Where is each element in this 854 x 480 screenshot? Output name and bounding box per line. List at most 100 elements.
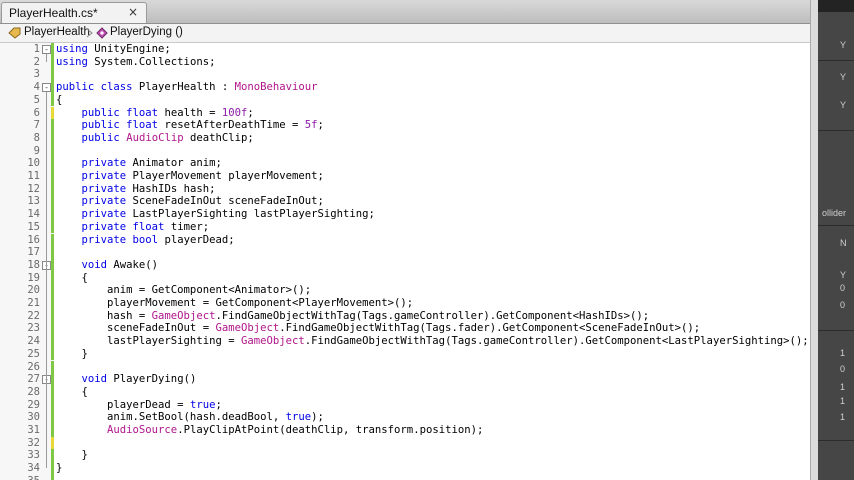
code-line[interactable]: 18- void Awake() [0,258,810,272]
code-line[interactable]: 31 AudioSource.PlayClipAtPoint(deathClip… [0,424,810,437]
code-line[interactable]: 5{ [0,93,810,107]
change-marker [51,309,54,323]
code-text: anim = GetComponent<Animator>(); [56,284,311,297]
code-editor[interactable]: PlayerHealth.cs* × PlayerHealth PlayerDy… [0,0,810,480]
code-text: public float health = 100f; [56,107,254,120]
line-number: 22 [27,309,40,322]
inspector-label: 1 [840,396,846,406]
line-number: 1 [33,43,40,55]
change-marker [51,195,54,209]
code-line[interactable]: 35 [0,474,810,480]
change-marker [51,449,54,463]
code-token: private [81,170,127,182]
code-line[interactable]: 21 playerMovement = GetComponent<PlayerM… [0,297,810,310]
vertical-scrollbar[interactable] [810,0,818,480]
line-number: 21 [27,297,40,309]
code-line[interactable]: 30 anim.SetBool(hash.deadBool, true); [0,411,810,424]
change-marker [51,208,54,221]
code-line[interactable]: 20 anim = GetComponent<Animator>(); [0,284,810,297]
code-line[interactable]: 2 using System.Collections; [0,55,810,69]
fold-guide [46,384,47,456]
line-number: 24 [27,335,40,348]
line-number: 26 [27,360,40,373]
tab-bar: PlayerHealth.cs* × [0,0,810,24]
code-line[interactable]: 25 } [0,347,810,361]
change-marker [51,258,54,272]
inspector-label: 1 [840,348,846,358]
tab-playerhealth-cs[interactable]: PlayerHealth.cs* × [1,2,147,23]
change-marker [51,297,54,310]
code-line[interactable]: 12 private HashIDs hash; [0,182,810,196]
change-marker [51,157,54,170]
code-line[interactable]: 16 private bool playerDead; [0,233,810,247]
line-number: 29 [27,398,40,411]
code-line[interactable]: 19 { [0,271,810,285]
line-number: 16 [27,233,40,246]
code-line[interactable]: 27- void PlayerDying() [0,373,810,386]
code-line[interactable]: 34} [0,462,810,475]
change-marker [51,55,54,69]
code-token: playerMovement = GetComponent<PlayerMove… [56,297,414,309]
change-marker [51,220,54,234]
code-line[interactable]: 28 { [0,385,810,399]
code-text: private float timer; [56,221,210,234]
line-number: 4 [33,81,40,94]
breadcrumb-class[interactable]: PlayerHealth [24,26,90,38]
panel-header [818,0,854,12]
code-line[interactable]: 15 private float timer; [0,220,810,234]
close-icon[interactable]: × [128,5,138,19]
change-marker [51,284,54,297]
code-line[interactable]: 4- public class PlayerHealth : MonoBehavi… [0,81,810,94]
change-marker [51,233,54,247]
code-line[interactable]: 24 lastPlayerSighting = GameObject.FindG… [0,335,810,348]
code-line[interactable]: 29 playerDead = true; [0,398,810,412]
code-text: private bool playerDead; [56,234,235,247]
fold-guide [46,54,47,62]
code-line[interactable]: 32 [0,436,810,450]
fold-toggle-icon[interactable]: - [42,83,51,93]
change-marker [51,347,54,361]
change-marker [51,93,54,107]
code-token: { [56,385,88,398]
code-line[interactable]: 14 private LastPlayerSighting lastPlayer… [0,208,810,221]
code-line[interactable]: 11 private PlayerMovement playerMovement… [0,170,810,183]
code-line[interactable]: 8 public AudioClip deathClip; [0,131,810,145]
code-token: PlayerDying() [107,373,197,386]
code-line[interactable]: 6 public float health = 100f; [0,106,810,120]
code-line[interactable]: 22 hash = GameObject.FindGameObjectWithT… [0,309,810,323]
code-line[interactable]: 13 private SceneFadeInOut sceneFadeInOut… [0,195,810,209]
code-token: ; [215,398,222,411]
code-line[interactable]: 33 } [0,449,810,463]
inspector-label: Y [840,270,847,280]
code-text: lastPlayerSighting = GameObject.FindGame… [56,335,809,348]
fold-toggle-icon[interactable]: - [42,45,51,54]
tab-label: PlayerHealth.cs* [9,6,98,20]
code-token: GameObject [215,322,280,335]
breadcrumb-method[interactable]: PlayerDying () [110,26,183,38]
code-line[interactable]: 23 sceneFadeInOut = GameObject.FindGameO… [0,322,810,336]
code-text: using UnityEngine; [56,43,171,56]
code-token: MonoBehaviour [234,81,318,94]
code-line[interactable]: 7 public float resetAfterDeathTime = 5f; [0,119,810,132]
code-line[interactable]: 26 [0,360,810,374]
code-line[interactable]: 1- using UnityEngine; [0,43,810,56]
code-line[interactable]: 17 [0,246,810,259]
code-token: deathClip; [183,131,254,144]
inspector-divider [818,60,854,61]
code-line[interactable]: 10 private Animator anim; [0,157,810,170]
code-token: void [81,258,108,271]
inspector-label: 0 [840,364,846,374]
code-line[interactable]: 9 [0,144,810,158]
code-text: private SceneFadeInOut sceneFadeInOut; [56,195,324,208]
line-number: 5 [33,93,40,106]
code-text: anim.SetBool(hash.deadBool, true); [56,411,324,424]
code-line[interactable]: 3 [0,68,810,82]
code-token: anim = GetComponent<Animator>(); [56,284,312,297]
code-text: private LastPlayerSighting lastPlayerSig… [56,208,375,221]
code-token: PlayerHealth : [132,81,235,94]
change-marker [51,373,54,386]
code-text: public class PlayerHealth : MonoBehaviou… [56,81,318,94]
code-token: anim.SetBool(hash.deadBool, [56,411,286,424]
